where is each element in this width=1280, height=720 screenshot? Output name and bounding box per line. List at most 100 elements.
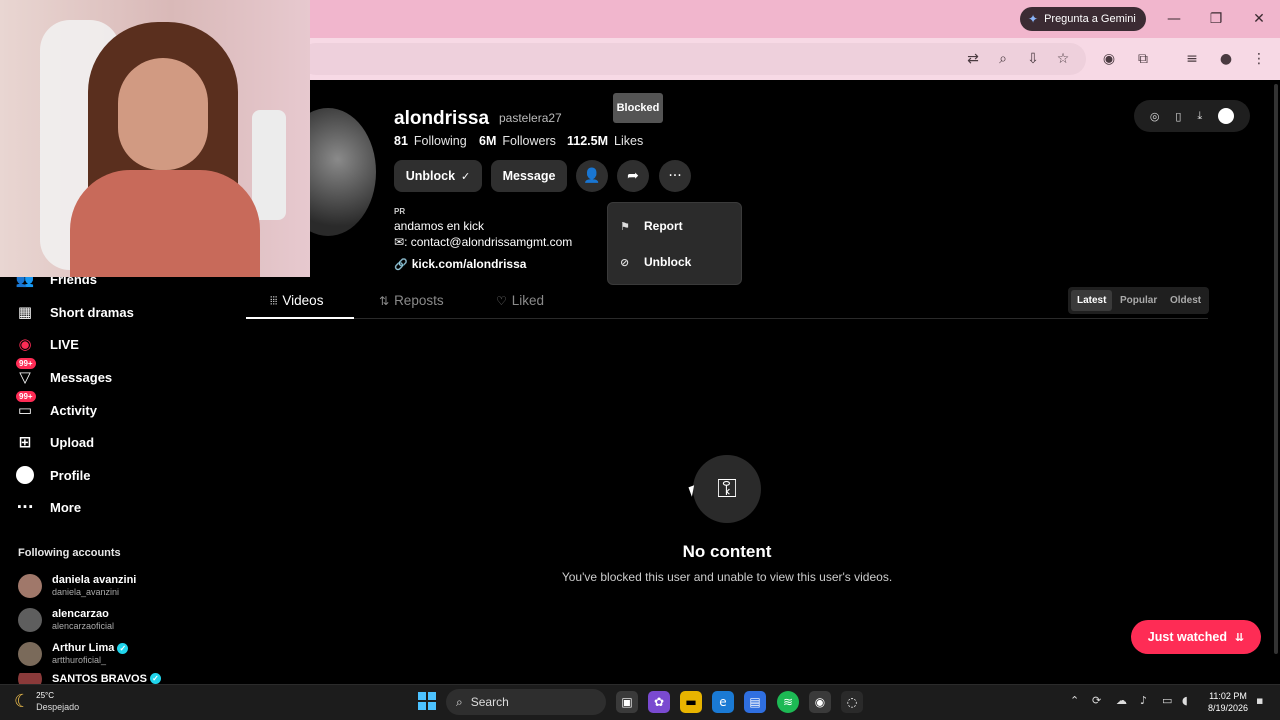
notifications-icon[interactable]: ▪ <box>1256 694 1263 707</box>
repost-icon: ⇅ <box>379 293 390 308</box>
profile-link[interactable]: 🔗 kick.com/alondrissa <box>394 257 526 271</box>
system-clock[interactable]: 11:02 PM 8/19/2026 <box>1200 690 1256 714</box>
sidebar-item-short-dramas[interactable]: ▦ Short dramas <box>12 296 134 328</box>
extension-color-icon[interactable]: ◉ <box>1098 48 1120 70</box>
tab-reposts-label: Reposts <box>394 293 444 308</box>
gemini-button[interactable]: ✦ Pregunta a Gemini <box>1020 7 1146 31</box>
profile-nickname: pastelera27 <box>499 111 562 125</box>
restore-icon[interactable]: ❐ <box>1202 8 1230 30</box>
sidebar-item-activity[interactable]: ▭ 99+ Activity <box>12 391 97 426</box>
tab-liked[interactable]: ♡ Liked <box>496 293 544 308</box>
following-accounts-title: Following accounts <box>18 547 121 559</box>
sidebar-item-more[interactable]: ··· More <box>12 491 81 523</box>
page-scrollbar[interactable] <box>1274 84 1278 654</box>
following-account[interactable]: Arthur Lima ✓ artthuroficial_ <box>18 639 129 669</box>
sidebar-item-label: More <box>50 499 82 515</box>
taskbar-search[interactable]: ⌕ Search <box>446 689 606 715</box>
gemini-label: Pregunta a Gemini <box>1044 13 1136 25</box>
followers-stat[interactable]: 6M Followers <box>479 134 556 148</box>
temperature: 25°C <box>36 691 55 700</box>
verified-icon: ✓ <box>117 642 129 654</box>
following-account[interactable]: alencarzao alencarzaoficial <box>18 605 114 635</box>
message-button[interactable]: Message <box>491 160 567 192</box>
avatar <box>18 574 42 598</box>
sidebar-item-upload[interactable]: ⊞ Upload <box>12 426 94 458</box>
account-handle: alencarzaoficial <box>52 621 115 631</box>
message-button-label: Message <box>502 169 556 183</box>
block-icon: ⊘ <box>620 255 630 269</box>
chevron-up-icon[interactable]: ⌃ <box>1070 694 1079 707</box>
profile-avatar-icon[interactable]: ● <box>1215 48 1237 70</box>
edge-icon[interactable]: e <box>712 691 734 713</box>
tab-videos[interactable]: ⦙⦙⦙ Videos <box>270 293 323 308</box>
sidebar-item-label: Upload <box>50 434 95 450</box>
sidebar-item-label: Short dramas <box>50 304 134 320</box>
task-view-icon[interactable]: ▣ <box>616 691 638 713</box>
gemini-icon: ✦ <box>1028 12 1039 26</box>
device-icon[interactable]: ▯ <box>1175 110 1181 123</box>
compass-icon[interactable]: ◎ <box>1150 110 1160 123</box>
user-lock-icon: ⚿ <box>693 455 761 523</box>
more-options-icon[interactable]: ··· <box>659 160 691 192</box>
network-icon[interactable]: ▭ <box>1162 694 1172 707</box>
just-watched-button[interactable]: Just watched ⇊ <box>1131 620 1261 654</box>
download-icon[interactable]: ⤓ <box>1197 109 1202 123</box>
sidebar-item-profile[interactable]: Profile <box>12 459 90 491</box>
weather-widget[interactable]: ☾ 25°C Despejado <box>14 690 79 713</box>
store-icon[interactable]: ▤ <box>744 691 766 713</box>
extensions-puzzle-icon[interactable]: ⧉ <box>1132 48 1154 70</box>
unblock-button[interactable]: Unblock ✓ <box>394 160 482 192</box>
upload-icon: ⊞ <box>18 433 32 451</box>
activity-icon: ▭ 99+ <box>12 391 38 423</box>
theme-toggle[interactable] <box>1218 108 1235 124</box>
chrome-menu-icon[interactable]: ⋮ <box>1248 48 1270 70</box>
cloud-icon[interactable]: ☁ <box>1116 694 1127 707</box>
just-watched-label: Just watched <box>1147 630 1227 644</box>
account-name: daniela avanzini <box>52 574 137 586</box>
file-explorer-icon[interactable]: ▬ <box>680 691 702 713</box>
spotify-icon[interactable]: ≋ <box>777 691 799 713</box>
sidebar-item-messages[interactable]: ▽ 99+ Messages <box>12 358 112 393</box>
search-icon: ⌕ <box>456 694 463 709</box>
messages-badge: 99+ <box>16 358 36 369</box>
sort-oldest[interactable]: Oldest <box>1164 290 1207 311</box>
sync-icon[interactable]: ⟳ <box>1092 694 1101 707</box>
share-icon[interactable]: ➦ <box>617 160 649 192</box>
copilot-icon[interactable]: ✿ <box>648 691 670 713</box>
translate-icon[interactable]: ⇄ <box>962 48 984 70</box>
tab-liked-label: Liked <box>511 293 545 308</box>
profile-username: alondrissa <box>394 108 490 129</box>
close-icon[interactable]: ✕ <box>1245 8 1273 30</box>
microphone-icon[interactable]: ♪ <box>1140 694 1147 707</box>
chrome-icon[interactable]: ◉ <box>809 691 831 713</box>
check-icon: ✓ <box>461 169 471 183</box>
active-tab-indicator <box>246 317 354 319</box>
zoom-icon[interactable]: ⌕ <box>992 48 1014 70</box>
install-icon[interactable]: ⇩ <box>1022 48 1044 70</box>
bookmark-star-icon[interactable]: ☆ <box>1052 48 1074 70</box>
media-control-icon[interactable]: ≡ <box>1181 48 1203 70</box>
follow-user-icon[interactable]: 👤 <box>576 160 608 192</box>
following-account[interactable]: daniela avanzini daniela_avanzini <box>18 571 136 601</box>
sort-popular[interactable]: Popular <box>1114 290 1163 311</box>
sidebar-item-live[interactable]: ◉ LIVE <box>12 328 78 360</box>
unblock-menu-item[interactable]: ⊘ Unblock <box>620 250 691 274</box>
grid-icon: ⦙⦙⦙ <box>270 293 278 307</box>
obs-icon[interactable]: ◌ <box>841 691 863 713</box>
sort-latest[interactable]: Latest <box>1071 290 1113 311</box>
clock-date: 8/19/2026 <box>1207 703 1249 713</box>
heart-lock-icon: ♡ <box>496 293 507 308</box>
tab-reposts[interactable]: ⇅ Reposts <box>379 293 444 308</box>
empty-subtitle: You've blocked this user and unable to v… <box>561 570 893 584</box>
following-stat[interactable]: 81 Following <box>394 134 467 148</box>
volume-icon[interactable]: ◖ <box>1182 694 1188 707</box>
minimize-icon[interactable]: — <box>1160 8 1188 30</box>
blocked-tooltip: Blocked <box>613 93 663 123</box>
tabs-divider <box>246 318 1208 319</box>
account-name: alencarzao <box>52 608 109 620</box>
windows-start-icon[interactable] <box>418 692 436 710</box>
following-label: Following <box>413 134 467 148</box>
report-menu-item[interactable]: ⚑ Report <box>620 214 683 238</box>
avatar <box>18 608 42 632</box>
more-icon: ··· <box>16 498 34 516</box>
